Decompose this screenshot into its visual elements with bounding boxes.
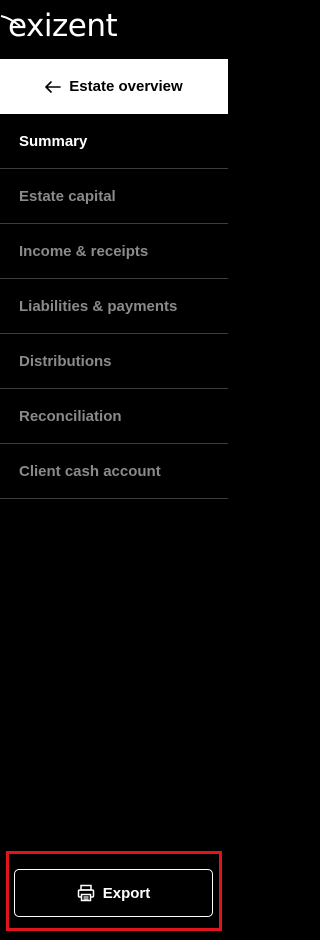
sidebar-item-client-cash-account[interactable]: Client cash account [0,444,228,499]
sidebar-item-liabilities-payments[interactable]: Liabilities & payments [0,279,228,334]
brand-logo[interactable]: exizent [8,4,118,48]
sidebar-item-estate-capital[interactable]: Estate capital [0,169,228,224]
printer-icon [77,884,94,902]
estate-overview-label: Estate overview [69,78,183,95]
sidebar-item-label: Estate capital [19,187,116,205]
sidebar-item-label: Summary [19,132,88,150]
export-button[interactable]: Export [14,869,213,917]
sidebar-item-reconciliation[interactable]: Reconciliation [0,389,228,444]
sidebar-nav: Summary Estate capital Income & receipts… [0,114,228,499]
sidebar-item-label: Distributions [19,352,112,370]
export-label: Export [102,884,151,902]
sidebar-item-summary[interactable]: Summary [0,114,228,169]
sidebar-item-label: Reconciliation [19,407,122,425]
sidebar-item-distributions[interactable]: Distributions [0,334,228,389]
sidebar-item-income-receipts[interactable]: Income & receipts [0,224,228,279]
estate-overview-link[interactable]: Estate overview [0,59,228,114]
sidebar-item-label: Client cash account [19,462,161,480]
sidebar-item-label: Income & receipts [19,242,149,260]
sidebar-item-label: Liabilities & payments [19,297,178,315]
arrow-left-icon [45,80,62,93]
logo-bar: exizent [0,0,228,59]
